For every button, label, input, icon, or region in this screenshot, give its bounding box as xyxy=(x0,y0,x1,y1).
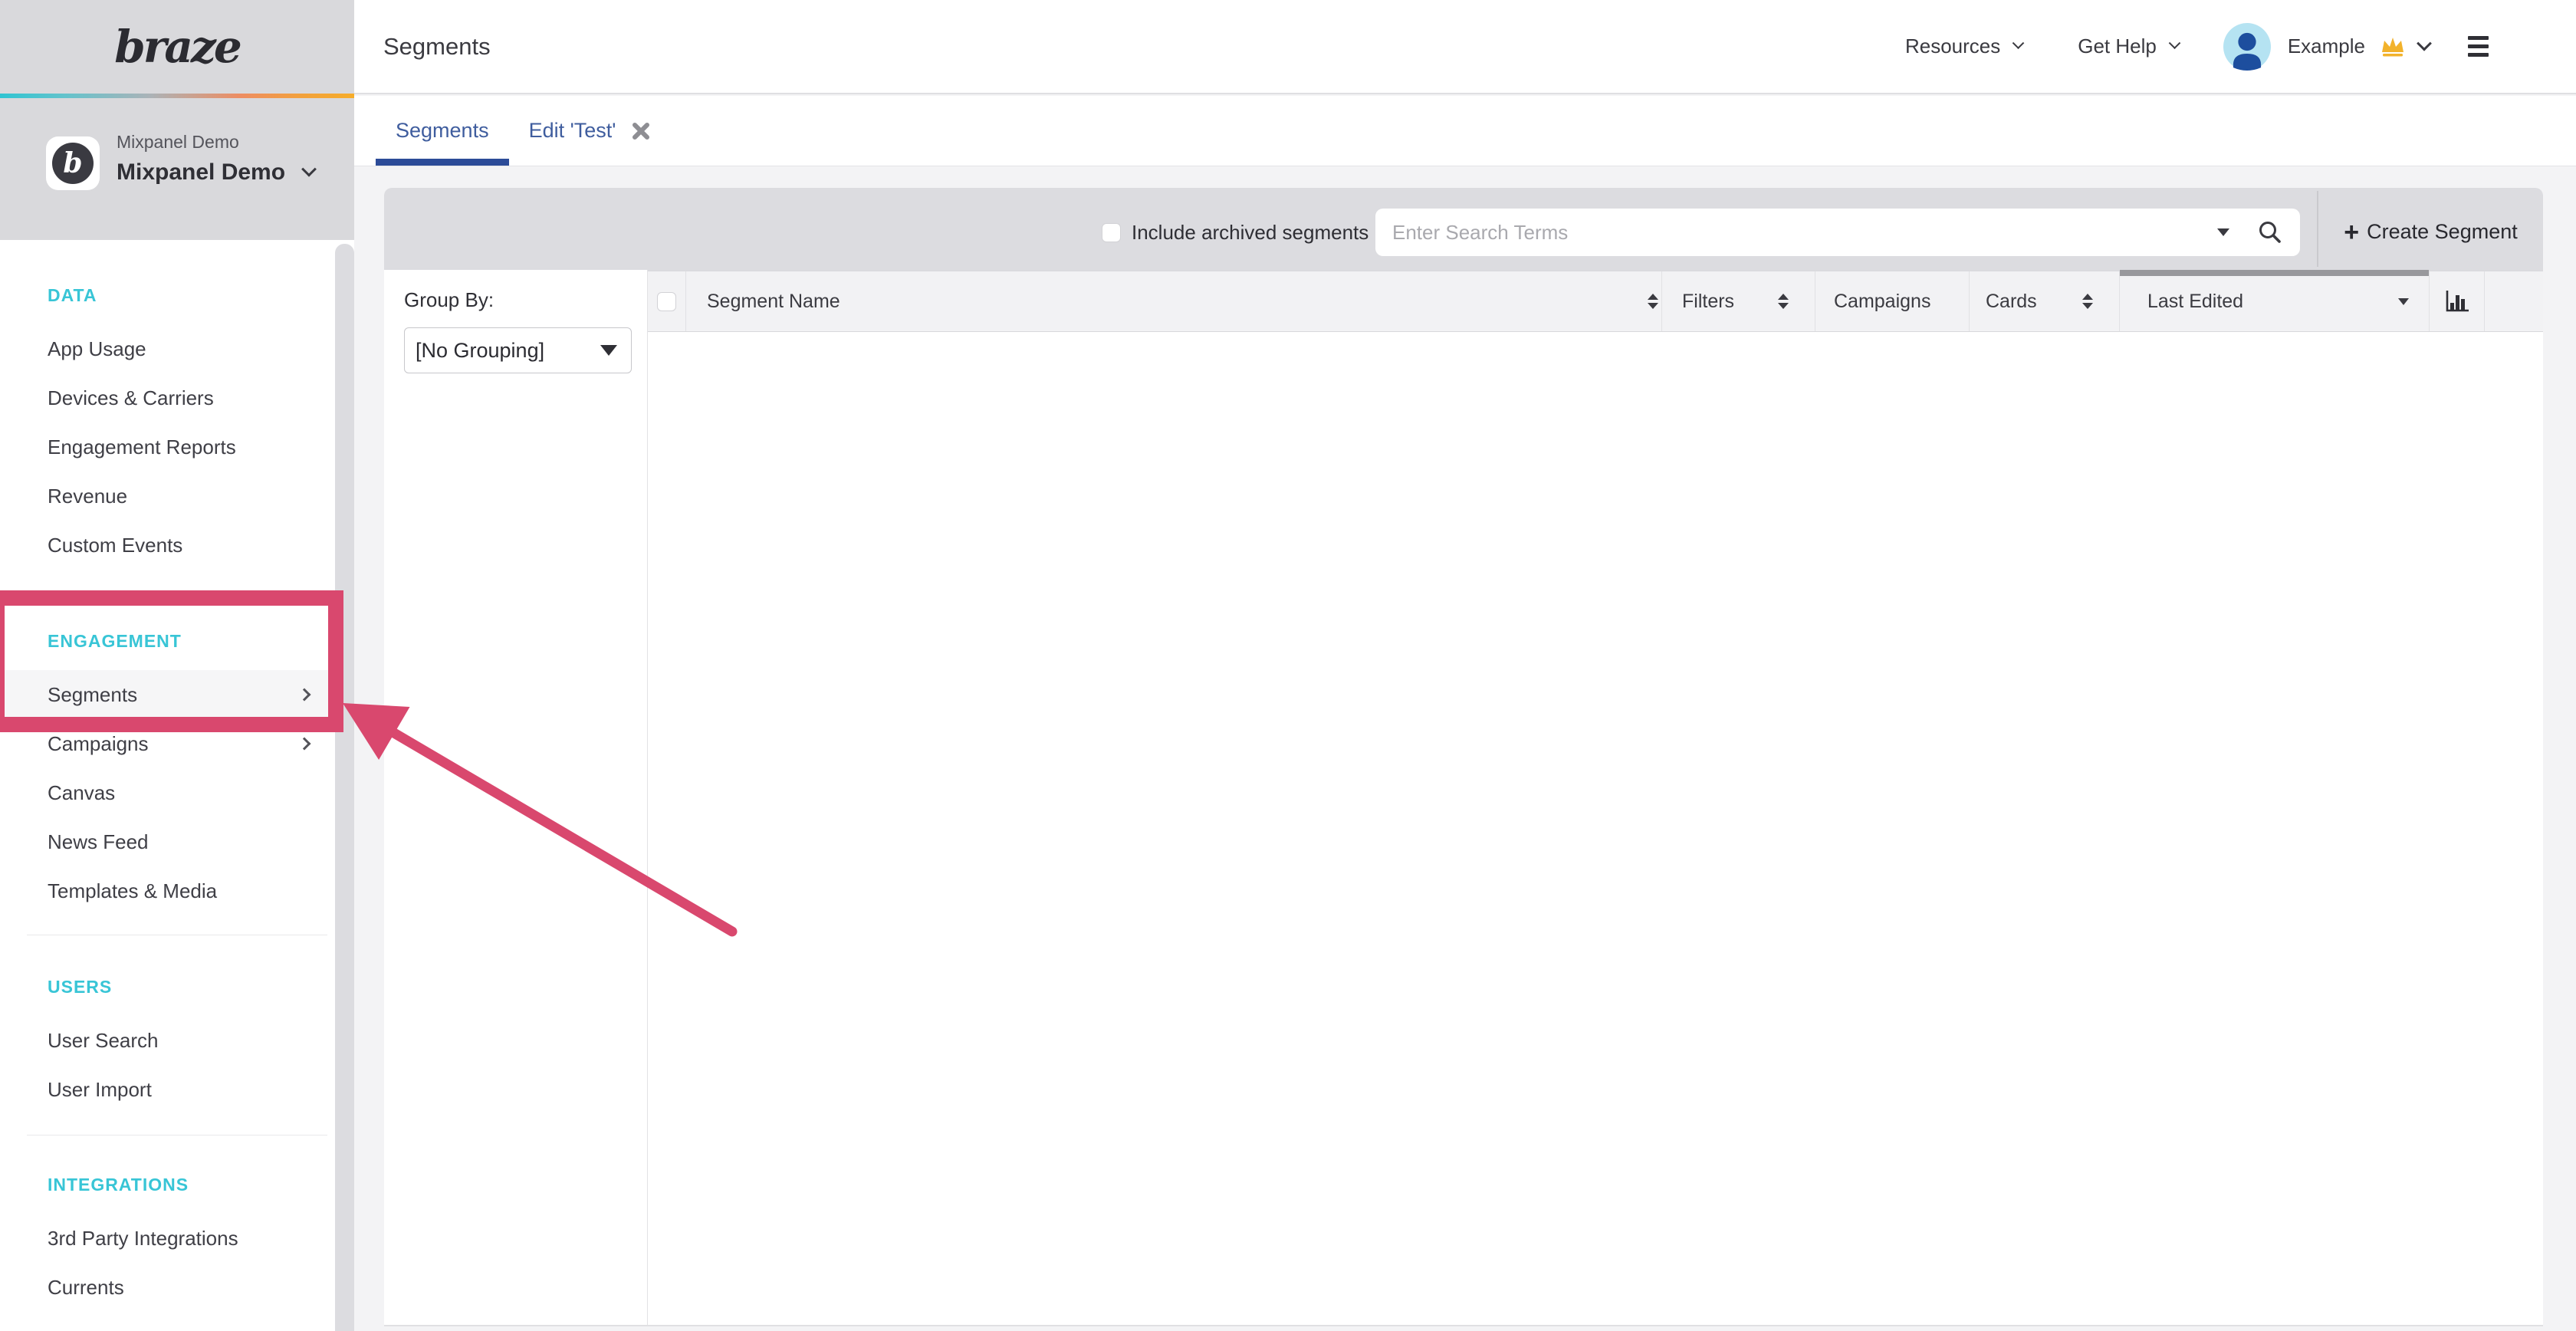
select-all-cell xyxy=(648,271,685,331)
workspace-switcher[interactable]: b Mixpanel Demo Mixpanel Demo xyxy=(0,98,354,240)
column-label: Filters xyxy=(1682,291,1734,313)
plus-icon: + xyxy=(2344,219,2359,245)
select-all-checkbox[interactable] xyxy=(657,292,676,311)
segments-table: Segment Name Filters Campaigns Cards xyxy=(648,270,2543,1325)
workspace-icon: b xyxy=(46,136,100,190)
column-spacer xyxy=(2484,271,2543,331)
user-name[interactable]: Example xyxy=(2288,35,2365,58)
segment-search-box xyxy=(1375,209,2300,256)
tab-segments[interactable]: Segments xyxy=(376,96,509,166)
sidebar-item-devices-carriers[interactable]: Devices & Carriers xyxy=(0,373,335,422)
chevron-down-icon[interactable] xyxy=(2417,35,2432,51)
chevron-down-icon[interactable] xyxy=(301,162,317,177)
filter-bar: Include archived segments + Create Segme… xyxy=(384,188,2543,270)
chevron-right-icon xyxy=(298,689,311,702)
sidebar-item-3rd-party-integrations[interactable]: 3rd Party Integrations xyxy=(0,1214,335,1263)
hamburger-menu-icon[interactable] xyxy=(2468,36,2489,57)
search-icon[interactable] xyxy=(2257,219,2283,245)
crown-icon xyxy=(2379,35,2407,58)
section-header-integrations: INTEGRATIONS xyxy=(0,1174,335,1195)
workspace-name: Mixpanel Demo xyxy=(117,159,285,186)
create-segment-button[interactable]: + Create Segment xyxy=(2318,188,2543,270)
sidebar-item-news-feed[interactable]: News Feed xyxy=(0,817,335,866)
select-caret-icon xyxy=(600,345,617,356)
column-filters[interactable]: Filters xyxy=(1661,271,1815,331)
sidebar-item-user-import[interactable]: User Import xyxy=(0,1065,335,1114)
sort-icon[interactable] xyxy=(1778,294,1789,309)
sort-desc-icon[interactable] xyxy=(2398,298,2409,305)
resources-menu[interactable]: Resources xyxy=(1905,35,2022,58)
tab-bar: Segments Edit 'Test' xyxy=(354,96,2576,166)
braze-logo[interactable]: braze xyxy=(0,0,354,94)
tab-edit-test[interactable]: Edit 'Test' xyxy=(509,96,672,166)
sorted-column-indicator xyxy=(2120,270,2429,276)
sidebar-item-custom-events[interactable]: Custom Events xyxy=(0,521,335,570)
column-label: Campaigns xyxy=(1834,291,1930,313)
section-header-data: DATA xyxy=(0,284,335,306)
sidebar-item-templates-media[interactable]: Templates & Media xyxy=(0,866,335,915)
chevron-right-icon xyxy=(298,738,311,751)
create-segment-label: Create Segment xyxy=(2367,220,2518,244)
tab-label: Edit 'Test' xyxy=(529,119,616,143)
table-body-empty xyxy=(648,332,2543,1325)
workspace-company-label: Mixpanel Demo xyxy=(117,132,239,153)
column-last-edited[interactable]: Last Edited xyxy=(2119,271,2429,331)
column-campaigns[interactable]: Campaigns xyxy=(1815,271,1969,331)
group-by-select[interactable]: [No Grouping] xyxy=(404,327,632,373)
annotation-arrow xyxy=(330,686,759,947)
sidebar-item-label: Campaigns xyxy=(48,732,149,756)
sidebar-item-currents[interactable]: Currents xyxy=(0,1263,335,1312)
sidebar-item-label: Segments xyxy=(48,683,137,707)
avatar[interactable] xyxy=(2223,23,2271,71)
sidebar-item-canvas[interactable]: Canvas xyxy=(0,768,335,817)
sidebar-item-user-search[interactable]: User Search xyxy=(0,1016,335,1065)
sidebar-item-campaigns[interactable]: Campaigns xyxy=(0,719,335,768)
include-archived-checkbox[interactable] xyxy=(1102,223,1121,242)
column-analytics[interactable] xyxy=(2429,271,2484,331)
column-segment-name[interactable]: Segment Name xyxy=(685,271,1661,331)
group-by-value: [No Grouping] xyxy=(416,339,544,363)
page-title: Segments xyxy=(383,33,491,61)
resources-label: Resources xyxy=(1905,35,2000,58)
bar-chart-icon xyxy=(2443,289,2472,314)
group-by-label: Group By: xyxy=(404,288,647,312)
column-label: Cards xyxy=(1986,291,2037,313)
search-input[interactable] xyxy=(1392,221,2217,245)
close-tab-icon[interactable] xyxy=(631,121,651,141)
section-header-engagement: ENGAGEMENT xyxy=(0,630,335,652)
sort-icon[interactable] xyxy=(2082,294,2093,309)
include-archived-label: Include archived segments xyxy=(1132,221,1368,245)
tab-label: Segments xyxy=(396,119,489,143)
main-area: Segments Resources Get Help Example xyxy=(354,0,2576,1331)
get-help-menu[interactable]: Get Help xyxy=(2078,35,2179,58)
table-header-row: Segment Name Filters Campaigns Cards xyxy=(648,270,2543,332)
chevron-down-icon xyxy=(2169,37,2181,49)
section-header-users: USERS xyxy=(0,976,335,997)
sort-icon[interactable] xyxy=(1648,294,1658,309)
column-label: Segment Name xyxy=(707,291,840,313)
top-header: Segments Resources Get Help Example xyxy=(354,0,2576,94)
sidebar: braze b Mixpanel Demo Mixpanel Demo DATA… xyxy=(0,0,354,1331)
column-cards[interactable]: Cards xyxy=(1969,271,2119,331)
sidebar-nav: DATA App Usage Devices & Carriers Engage… xyxy=(0,240,335,1312)
sidebar-item-app-usage[interactable]: App Usage xyxy=(0,324,335,373)
include-archived-control: Include archived segments xyxy=(1102,188,1368,270)
sidebar-item-revenue[interactable]: Revenue xyxy=(0,472,335,521)
braze-b-icon: b xyxy=(52,143,94,184)
chevron-down-icon xyxy=(2013,37,2025,49)
search-dropdown-caret-icon[interactable] xyxy=(2217,228,2229,236)
braze-wordmark: braze xyxy=(114,21,240,73)
sidebar-item-engagement-reports[interactable]: Engagement Reports xyxy=(0,422,335,472)
active-tab-underline xyxy=(376,159,509,166)
get-help-label: Get Help xyxy=(2078,35,2157,58)
column-label: Last Edited xyxy=(2147,291,2243,313)
sidebar-item-segments[interactable]: Segments xyxy=(0,670,335,719)
